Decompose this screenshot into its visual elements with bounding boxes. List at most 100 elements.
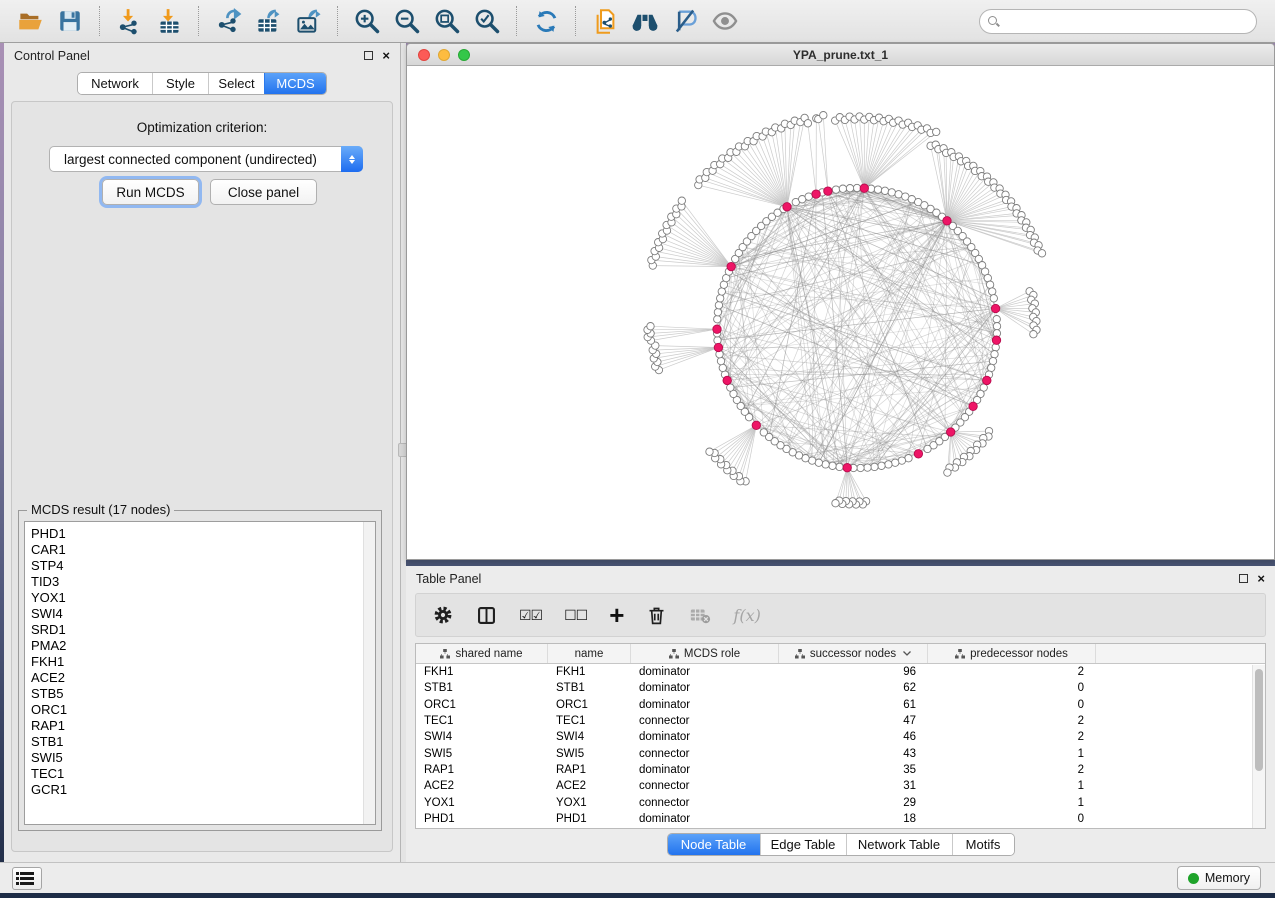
maximize-window-icon[interactable] xyxy=(458,49,470,61)
mcds-hub-node[interactable] xyxy=(983,376,991,384)
network-node[interactable] xyxy=(760,429,767,436)
mcds-result-item[interactable]: TID3 xyxy=(31,574,375,590)
mcds-result-item[interactable]: STB1 xyxy=(31,734,375,750)
network-node[interactable] xyxy=(989,288,996,295)
network-node[interactable] xyxy=(717,357,724,364)
tab-style[interactable]: Style xyxy=(152,73,208,94)
network-node[interactable] xyxy=(986,281,993,288)
mcds-result-item[interactable]: SWI4 xyxy=(31,606,375,622)
mcds-result-item[interactable]: STP4 xyxy=(31,558,375,574)
table-row[interactable]: ORC1ORC1dominator610 xyxy=(416,697,1265,713)
mcds-result-item[interactable]: YOX1 xyxy=(31,590,375,606)
network-node[interactable] xyxy=(878,462,885,469)
export-network-icon[interactable] xyxy=(211,4,245,38)
network-node[interactable] xyxy=(864,464,871,471)
close-table-panel-icon[interactable]: × xyxy=(1257,574,1265,584)
tab-edge-table[interactable]: Edge Table xyxy=(760,834,846,855)
mcds-hub-node[interactable] xyxy=(723,376,731,384)
network-leaf-node[interactable] xyxy=(832,500,839,507)
zoom-fit-icon[interactable] xyxy=(430,4,464,38)
network-node[interactable] xyxy=(718,288,725,295)
network-node[interactable] xyxy=(832,186,839,193)
network-graph[interactable] xyxy=(407,66,1275,560)
hide-graphics-icon[interactable] xyxy=(668,4,702,38)
close-window-icon[interactable] xyxy=(418,49,430,61)
network-node[interactable] xyxy=(990,295,997,302)
network-node[interactable] xyxy=(714,309,721,316)
tab-select[interactable]: Select xyxy=(208,73,264,94)
mcds-hub-node[interactable] xyxy=(812,190,820,198)
refresh-layout-icon[interactable] xyxy=(529,4,563,38)
save-session-icon[interactable] xyxy=(53,4,87,38)
mcds-result-item[interactable]: STB5 xyxy=(31,686,375,702)
column-header-name[interactable]: name xyxy=(548,644,631,663)
eye-icon[interactable] xyxy=(708,4,742,38)
tab-mcds[interactable]: MCDS xyxy=(264,73,326,94)
network-leaf-node[interactable] xyxy=(706,448,713,455)
network-node[interactable] xyxy=(836,463,843,470)
network-node[interactable] xyxy=(892,459,899,466)
mcds-list-scrollbar[interactable] xyxy=(363,522,375,824)
search-box[interactable] xyxy=(979,9,1257,34)
tab-network[interactable]: Network xyxy=(78,73,152,94)
column-header-successor-nodes[interactable]: successor nodes xyxy=(779,644,928,663)
mcds-result-item[interactable]: CAR1 xyxy=(31,542,375,558)
column-header-MCDS-role[interactable]: MCDS role xyxy=(631,644,779,663)
mcds-result-item[interactable]: TEC1 xyxy=(31,766,375,782)
network-node[interactable] xyxy=(888,189,895,196)
network-node[interactable] xyxy=(874,186,881,193)
export-image-icon[interactable] xyxy=(291,4,325,38)
mcds-result-item[interactable]: PMA2 xyxy=(31,638,375,654)
network-node[interactable] xyxy=(719,364,726,371)
network-node[interactable] xyxy=(989,357,996,364)
tab-motifs[interactable]: Motifs xyxy=(952,834,1014,855)
table-row[interactable]: ACE2ACE2connector311 xyxy=(416,778,1265,794)
column-header-shared-name[interactable]: shared name xyxy=(416,644,548,663)
network-leaf-node[interactable] xyxy=(1038,250,1045,257)
network-node[interactable] xyxy=(805,193,812,200)
mcds-hub-node[interactable] xyxy=(713,325,721,333)
network-node[interactable] xyxy=(853,184,860,191)
close-panel-button[interactable]: Close panel xyxy=(210,179,317,205)
network-node[interactable] xyxy=(714,337,721,344)
network-leaf-node[interactable] xyxy=(1030,331,1037,338)
function-builder-icon[interactable]: f(x) xyxy=(733,600,760,630)
mcds-hub-node[interactable] xyxy=(727,262,735,270)
mcds-result-list[interactable]: PHD1CAR1STP4TID3YOX1SWI4SRD1PMA2FKH1ACE2… xyxy=(24,521,376,825)
network-node[interactable] xyxy=(885,461,892,468)
mcds-result-item[interactable]: ORC1 xyxy=(31,702,375,718)
mcds-hub-node[interactable] xyxy=(943,217,951,225)
mcds-result-item[interactable]: RAP1 xyxy=(31,718,375,734)
table-row[interactable]: YOX1YOX1connector291 xyxy=(416,794,1265,810)
network-leaf-node[interactable] xyxy=(678,197,685,204)
table-row[interactable]: SWI4SWI4dominator462 xyxy=(416,729,1265,745)
search-input[interactable] xyxy=(1004,13,1256,31)
minimize-window-icon[interactable] xyxy=(438,49,450,61)
mcds-hub-node[interactable] xyxy=(843,464,851,472)
network-node[interactable] xyxy=(857,464,864,471)
select-all-icon[interactable]: ☑☑ xyxy=(519,600,542,630)
delete-table-icon[interactable] xyxy=(689,600,711,630)
mcds-hub-node[interactable] xyxy=(969,402,977,410)
network-node[interactable] xyxy=(993,323,1000,330)
deselect-all-icon[interactable]: ☐☐ xyxy=(564,600,587,630)
table-scrollbar[interactable] xyxy=(1252,665,1265,828)
run-mcds-button[interactable]: Run MCDS xyxy=(102,179,199,205)
add-column-icon[interactable]: + xyxy=(609,600,624,630)
mcds-hub-node[interactable] xyxy=(824,187,832,195)
table-row[interactable]: SWI5SWI5connector431 xyxy=(416,745,1265,761)
mcds-hub-node[interactable] xyxy=(714,343,722,351)
table-row[interactable]: RAP1RAP1dominator352 xyxy=(416,762,1265,778)
clone-network-icon[interactable] xyxy=(588,4,622,38)
mcds-hub-node[interactable] xyxy=(992,336,1000,344)
network-leaf-node[interactable] xyxy=(933,128,940,135)
network-leaf-node[interactable] xyxy=(647,323,654,330)
float-table-panel-icon[interactable] xyxy=(1239,574,1248,583)
float-panel-icon[interactable] xyxy=(364,51,373,60)
network-node[interactable] xyxy=(822,461,829,468)
mcds-result-item[interactable]: SRD1 xyxy=(31,622,375,638)
network-window-titlebar[interactable]: YPA_prune.txt_1 xyxy=(407,44,1274,66)
show-columns-icon[interactable] xyxy=(476,600,497,630)
mcds-hub-node[interactable] xyxy=(860,184,868,192)
find-icon[interactable] xyxy=(628,4,662,38)
